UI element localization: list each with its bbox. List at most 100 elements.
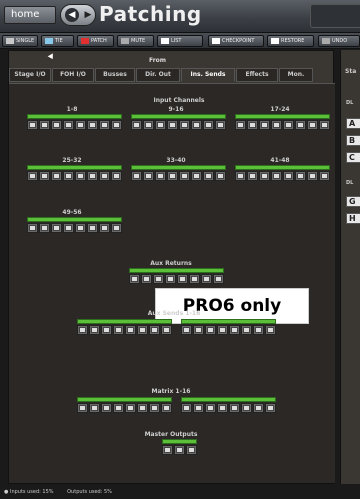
patch-point[interactable] (101, 325, 112, 335)
patch-point[interactable] (307, 171, 318, 181)
list-button[interactable]: LIST (157, 35, 203, 47)
tab-dir-out[interactable]: Dir. Out (136, 68, 180, 82)
patch-point[interactable] (193, 325, 204, 335)
patch-point[interactable] (307, 120, 318, 130)
patch-point[interactable] (177, 274, 188, 284)
patch-point[interactable] (186, 445, 197, 455)
patch-point[interactable] (247, 120, 258, 130)
patch-point[interactable] (203, 171, 214, 181)
patch-point[interactable] (149, 325, 160, 335)
tab-stage-io[interactable]: Stage I/O (9, 68, 51, 82)
channel-group-41-48[interactable] (235, 165, 330, 181)
patch-point[interactable] (179, 171, 190, 181)
forward-icon[interactable]: ▶ (81, 8, 95, 22)
patch-point[interactable] (131, 120, 142, 130)
patch-point[interactable] (89, 325, 100, 335)
patch-point[interactable] (241, 325, 252, 335)
patch-point[interactable] (193, 403, 204, 413)
checkpoint-button[interactable]: CHECKPOINT (208, 35, 264, 47)
patch-point[interactable] (174, 445, 185, 455)
patch-point[interactable] (129, 274, 140, 284)
patch-point[interactable] (155, 120, 166, 130)
patch-point[interactable] (235, 120, 246, 130)
back-icon[interactable]: ◀ (65, 8, 79, 22)
patch-point[interactable] (143, 120, 154, 130)
patch-point[interactable] (235, 171, 246, 181)
patch-point[interactable] (213, 274, 224, 284)
patch-point[interactable] (265, 325, 276, 335)
patch-point[interactable] (77, 325, 88, 335)
patch-point[interactable] (189, 274, 200, 284)
patch-point[interactable] (229, 325, 240, 335)
undo-button[interactable]: UNDO (318, 35, 360, 47)
patch-point[interactable] (162, 445, 173, 455)
patch-point[interactable] (259, 171, 270, 181)
patch-point[interactable] (39, 223, 50, 233)
patch-point[interactable] (181, 403, 192, 413)
patch-point[interactable] (259, 120, 270, 130)
patch-point[interactable] (191, 120, 202, 130)
patch-point[interactable] (191, 171, 202, 181)
patch-point[interactable] (217, 403, 228, 413)
patch-point[interactable] (51, 120, 62, 130)
patch-point[interactable] (125, 403, 136, 413)
patch-point[interactable] (215, 120, 226, 130)
patch-point[interactable] (99, 171, 110, 181)
mute-button[interactable]: MUTE (117, 35, 154, 47)
patch-point[interactable] (201, 274, 212, 284)
patch-point[interactable] (215, 171, 226, 181)
patch-point[interactable] (63, 223, 74, 233)
patch-point[interactable] (39, 171, 50, 181)
patch-point[interactable] (113, 325, 124, 335)
patch-point[interactable] (205, 325, 216, 335)
patch-point[interactable] (101, 403, 112, 413)
dest-button-g[interactable]: G (346, 196, 360, 207)
patch-point[interactable] (39, 120, 50, 130)
patch-point[interactable] (247, 171, 258, 181)
patch-point[interactable] (111, 120, 122, 130)
patch-point[interactable] (75, 171, 86, 181)
matrix-1-8-group[interactable] (77, 397, 172, 413)
channel-group-17-24[interactable] (235, 114, 330, 130)
patch-point[interactable] (253, 403, 264, 413)
patch-point[interactable] (125, 325, 136, 335)
patch-point[interactable] (111, 171, 122, 181)
patch-button[interactable]: PATCH (77, 35, 114, 47)
patch-point[interactable] (87, 171, 98, 181)
patch-point[interactable] (319, 120, 330, 130)
patch-point[interactable] (51, 171, 62, 181)
patch-point[interactable] (241, 403, 252, 413)
patch-point[interactable] (27, 120, 38, 130)
tab-mon[interactable]: Mon. (279, 68, 313, 82)
patch-point[interactable] (137, 403, 148, 413)
patch-point[interactable] (99, 120, 110, 130)
home-button[interactable]: home (4, 6, 56, 24)
patch-point[interactable] (143, 171, 154, 181)
patch-point[interactable] (63, 171, 74, 181)
patch-point[interactable] (153, 274, 164, 284)
patch-point[interactable] (63, 120, 74, 130)
patch-point[interactable] (295, 120, 306, 130)
patch-point[interactable] (111, 223, 122, 233)
patch-point[interactable] (99, 223, 110, 233)
dest-button-b[interactable]: B (346, 135, 360, 146)
patch-point[interactable] (141, 274, 152, 284)
patch-point[interactable] (253, 325, 264, 335)
patch-point[interactable] (229, 403, 240, 413)
patch-point[interactable] (283, 120, 294, 130)
patch-point[interactable] (265, 403, 276, 413)
channel-group-9-16[interactable] (131, 114, 226, 130)
patch-point[interactable] (27, 223, 38, 233)
channel-group-49-56[interactable] (27, 217, 122, 233)
patch-point[interactable] (167, 171, 178, 181)
tab-effects[interactable]: Effects (236, 68, 278, 82)
dest-button-h[interactable]: H (346, 213, 360, 224)
patch-point[interactable] (167, 120, 178, 130)
patch-point[interactable] (283, 171, 294, 181)
channel-group-25-32[interactable] (27, 165, 122, 181)
master-outputs-group[interactable] (162, 439, 197, 455)
patch-point[interactable] (89, 403, 100, 413)
patch-point[interactable] (205, 403, 216, 413)
patch-point[interactable] (203, 120, 214, 130)
restore-button[interactable]: RESTORE (267, 35, 314, 47)
